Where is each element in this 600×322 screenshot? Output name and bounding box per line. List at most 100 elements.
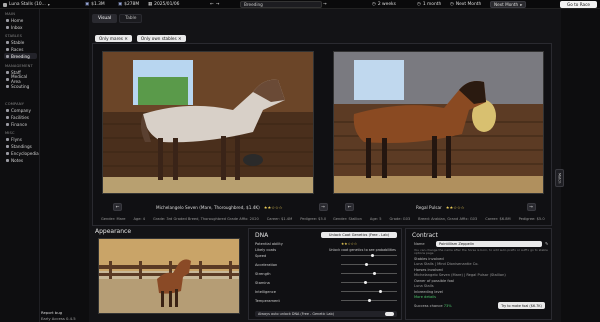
dna-row-acceleration: Acceleration — [255, 262, 403, 267]
match-side-button[interactable]: Match — [555, 169, 564, 187]
sidebar-item-races[interactable]: Races — [4, 46, 37, 52]
sidebar-item-finance[interactable]: Finance — [4, 121, 37, 127]
next-mare-button[interactable]: → — [318, 203, 328, 211]
unlock-coat-button[interactable]: Unlock Coat Genetics (Free - Lab) — [321, 232, 397, 238]
next-stallion-button[interactable]: → — [526, 203, 536, 211]
sidebar-item-inbox[interactable]: Inbox — [4, 24, 37, 30]
likely-coats-note: Unlock coat genetics to see probabilitie… — [329, 247, 396, 252]
duration-selector[interactable]: ◷ 2 weeks — [372, 1, 396, 8]
sidebar-item-home[interactable]: Home — [4, 17, 37, 23]
dna-slider[interactable] — [341, 298, 397, 302]
next-month-button-1[interactable]: ◷ Next Month — [450, 1, 481, 8]
back-arrow-icon[interactable]: ← — [210, 2, 214, 7]
sidebar-item-flyns[interactable]: Flyns — [4, 136, 37, 142]
edit-icon[interactable]: ✎ — [545, 241, 548, 246]
contract-title: Contract — [412, 232, 438, 239]
sidebar-item-label: Notes — [11, 157, 24, 163]
sidebar-item-medical[interactable]: Medical Area — [4, 74, 37, 84]
dna-slider-knob[interactable] — [363, 280, 367, 284]
medical-icon — [6, 77, 9, 81]
dna-row-label: Speed — [255, 253, 267, 258]
dna-slider[interactable] — [341, 271, 397, 275]
stat-breed: Breed: Arabian, Grand Affix: G03 — [418, 217, 478, 221]
filter-only-own-stables[interactable]: Only own stables ✕ — [136, 35, 186, 42]
stat-pedigree: Pedigree: $5.0 — [518, 217, 545, 221]
dna-slider-knob[interactable] — [373, 271, 377, 275]
dna-slider-knob[interactable] — [378, 289, 382, 293]
left-horse-stats: Gender: Mare Age: 4 Grade: 3rd Graded Br… — [101, 217, 326, 221]
prev-stallion-button[interactable]: ← — [345, 203, 354, 211]
horse-pair-panel: ← Michelangelo Seven (Mare, Thoroughbred… — [92, 43, 564, 226]
contract-panel: Contract Name Pointillism Zeppelin ✎ You… — [405, 228, 552, 320]
go-to-race-button[interactable]: Go to Race — [560, 1, 597, 8]
sidebar-item-label: Breeding — [11, 53, 30, 59]
date-display: ▦ 2025/01/06 — [148, 1, 179, 8]
auto-unlock-label: Always auto unlock DNA (Free - Genetic L… — [258, 312, 334, 316]
sidebar-item-breeding[interactable]: Breeding — [4, 53, 37, 59]
stable-icon — [6, 40, 9, 44]
right-horse-stars: ★★☆☆☆ — [445, 204, 465, 210]
next-month-label: Next Month — [455, 2, 482, 7]
left-horse-nav: ← Michelangelo Seven (Mare, Thoroughbred… — [113, 203, 328, 211]
close-icon: ✕ — [178, 36, 182, 41]
tab-table[interactable]: Table — [119, 14, 143, 23]
inbox-icon — [6, 25, 9, 29]
appearance-panel: Appearance — [95, 228, 243, 320]
dna-slider[interactable] — [341, 289, 397, 293]
owner-value: Luna Stalls — [414, 284, 434, 288]
forward-arrow-icon[interactable]: → — [216, 2, 220, 7]
next-month-button-2[interactable]: Next Month ▸ — [490, 1, 527, 8]
dna-slider[interactable] — [341, 280, 397, 284]
filter-only-mares[interactable]: Only mares ✕ — [95, 35, 132, 42]
filter-chips: Only mares ✕ Only own stables ✕ — [95, 35, 186, 42]
report-bug-link[interactable]: Report bug — [41, 310, 62, 315]
stable-selector[interactable]: Luna Stalls (10... ▾ — [3, 1, 50, 8]
sidebar-item-stable[interactable]: Stable — [4, 39, 37, 45]
left-horse-name: Michelangelo Seven (Mare, Thoroughbred, … — [156, 204, 260, 210]
money-display: ▣ $1.3M — [85, 1, 105, 8]
dna-slider[interactable] — [341, 262, 397, 266]
more-details-link[interactable]: More details — [414, 295, 436, 299]
month-selector[interactable]: ◷ 1 month — [417, 1, 441, 8]
auto-unlock-toggle[interactable] — [385, 312, 394, 316]
sidebar-item-facilities[interactable]: Facilities — [4, 114, 37, 120]
dna-slider-knob[interactable] — [365, 262, 369, 266]
calendar-icon: ▦ — [148, 2, 153, 7]
nav-arrows: ← → — [210, 1, 219, 8]
search-go-icon[interactable]: → — [323, 1, 327, 8]
dna-slider[interactable] — [341, 253, 397, 257]
sidebar-item-label: Encyclopedia — [11, 150, 39, 156]
dna-panel: DNA Unlock Coat Genetics (Free - Lab) Po… — [248, 228, 402, 320]
make-foal-button[interactable]: Try to make foal ($6.7K) — [498, 302, 545, 309]
sidebar-item-company[interactable]: Company — [4, 107, 37, 113]
sidebar-item-label: Stable — [11, 39, 25, 45]
sidebar-section-company: COMPANY — [5, 102, 25, 106]
sidebar-item-notes[interactable]: Notes — [4, 157, 37, 163]
dna-title: DNA — [255, 232, 269, 239]
prev-mare-button[interactable]: ← — [113, 203, 122, 211]
owner-label: Owner of possible foal — [414, 279, 455, 283]
dna-slider-knob[interactable] — [370, 253, 374, 257]
sidebar-item-encyclopedia[interactable]: Encyclopedia — [4, 150, 39, 156]
dna-row-temperament: Temperament — [255, 298, 403, 303]
dna-row-label: Strength — [255, 271, 271, 276]
horses-involved-label: Horses involved — [414, 268, 443, 272]
name-label: Name — [414, 242, 425, 246]
top-bar: Luna Stalls (10... ▾ ▣ $1.3M ▣ $278M ▦ 2… — [0, 0, 600, 9]
races-icon — [6, 47, 9, 51]
dna-slider-knob[interactable] — [368, 298, 371, 302]
search-input[interactable]: Breeding — [240, 1, 322, 8]
value-display: ▣ $278M — [118, 1, 139, 8]
sidebar-item-standings[interactable]: Standings — [4, 143, 37, 149]
stat-age: Age: 4 — [133, 217, 146, 221]
sidebar-section-misc: MISC — [5, 131, 15, 135]
sidebar-item-scouting[interactable]: Scouting — [4, 83, 37, 89]
chevron-down-icon: ▾ — [47, 2, 50, 7]
sidebar-item-label: Scouting — [11, 83, 30, 89]
foal-name-input[interactable]: Pointillism Zeppelin — [436, 241, 542, 247]
money-value: $1.3M — [91, 2, 105, 7]
success-label: Success chance — [414, 304, 443, 308]
tab-visual[interactable]: Visual — [92, 14, 118, 23]
stat-age: Age: 5 — [369, 217, 382, 221]
sidebar-section-stables: STABLES — [5, 34, 23, 38]
